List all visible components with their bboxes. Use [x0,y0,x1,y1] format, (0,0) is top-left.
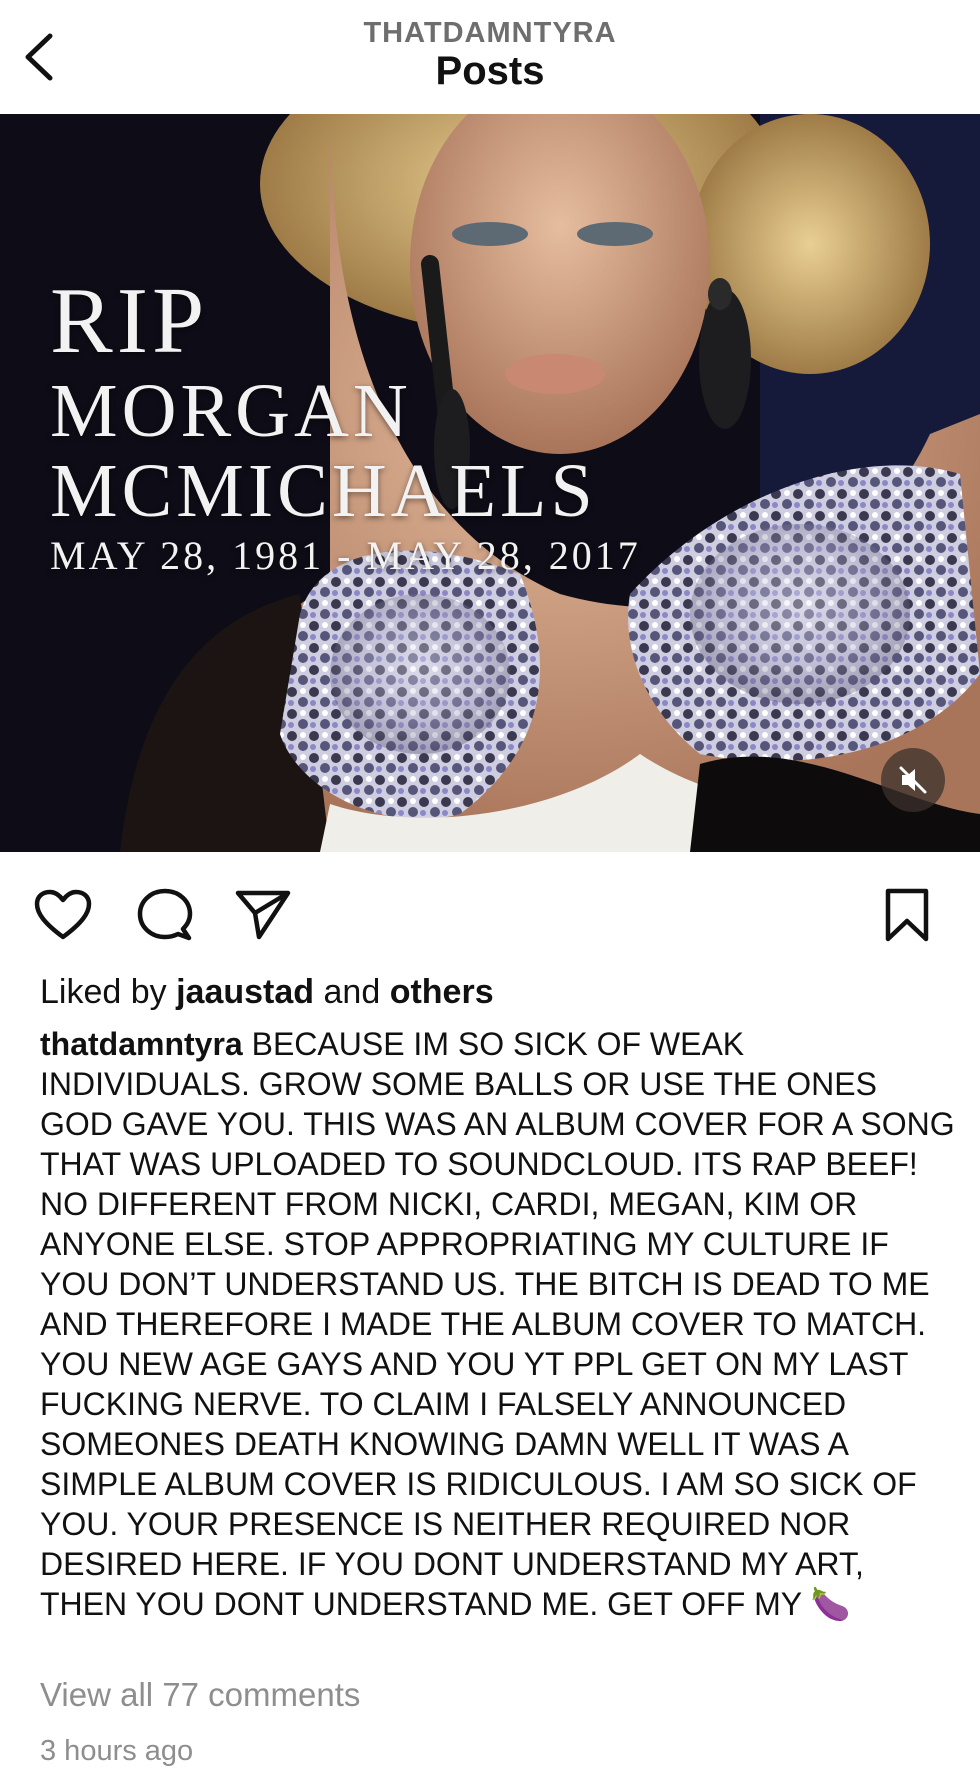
like-button[interactable] [32,884,94,946]
save-button[interactable] [876,884,938,946]
mute-button[interactable] [881,748,945,812]
top-bar: THATDAMNTYRA Posts [0,0,980,114]
comment-button[interactable] [134,884,196,946]
post-actions [0,852,980,972]
heart-icon [34,889,92,940]
post-media[interactable]: RIP MORGAN MCMICHAELS MAY 28, 1981 - MAY… [0,114,980,852]
cover-dates: MAY 28, 1981 - MAY 28, 2017 [50,533,641,578]
share-button[interactable] [232,884,294,946]
liked-by-user[interactable]: jaaustad [176,973,314,1011]
caption-username[interactable]: thatdamntyra [40,1026,243,1062]
post-timestamp: 3 hours ago [40,1735,194,1767]
post-caption: thatdamntyra BECAUSE IM SO SICK OF WEAK … [40,1024,955,1624]
page-title: Posts [435,49,545,93]
likes-middle: and [323,973,381,1011]
likes-others[interactable]: others [390,973,494,1011]
cover-title-first-name: MORGAN [50,369,412,453]
profile-username: THATDAMNTYRA [363,17,617,49]
caption-text: BECAUSE IM SO SICK OF WEAK INDIVIDUALS. … [40,1026,955,1622]
cover-title-rip: RIP [50,269,209,373]
view-comments-link[interactable]: View all 77 comments [40,1676,360,1714]
eggplant-emoji: 🍆 [810,1586,851,1622]
speaker-muted-icon [899,766,927,794]
cover-title-last-name: MCMICHAELS [50,449,597,533]
likes-prefix: Liked by [40,973,167,1011]
bookmark-icon [885,888,929,942]
share-icon [235,890,291,940]
likes-summary[interactable]: Liked by jaaustad and others [40,972,494,1012]
comment-icon [137,888,193,941]
